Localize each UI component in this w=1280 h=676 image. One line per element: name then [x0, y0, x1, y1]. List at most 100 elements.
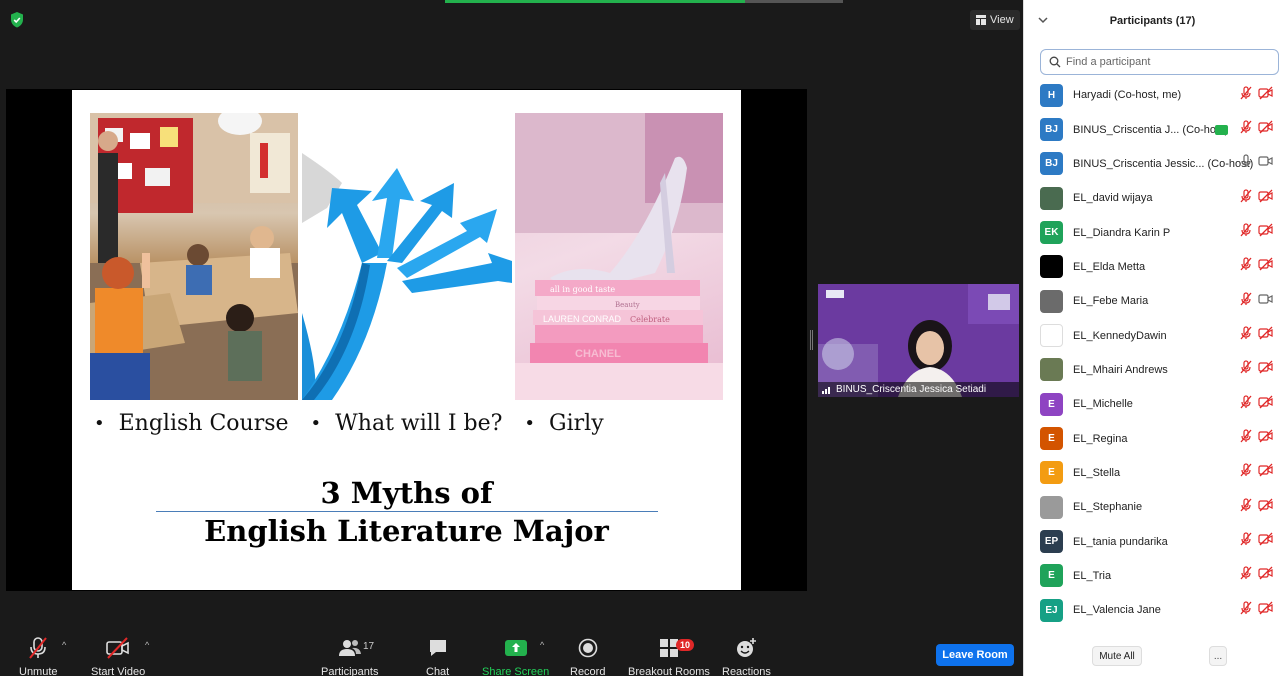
- speaker-name-bar: BINUS_Criscentia Jessica Setiadi: [818, 382, 1019, 397]
- audio-options-caret[interactable]: ^: [62, 640, 66, 650]
- start-video-button[interactable]: Start Video: [91, 636, 145, 676]
- participant-row[interactable]: EJ EL_Valencia Jane: [1024, 593, 1280, 627]
- speaker-video-thumbnail[interactable]: BINUS_Criscentia Jessica Setiadi: [818, 284, 1019, 397]
- participant-name: BINUS_Criscentia Jessic... (Co-host): [1073, 157, 1254, 170]
- participant-row[interactable]: E EL_Michelle: [1024, 387, 1280, 421]
- microphone-muted-icon[interactable]: [1239, 395, 1253, 414]
- reactions-button[interactable]: Reactions: [722, 636, 771, 676]
- sharing-indicator-bar: [445, 0, 745, 3]
- microphone-muted-icon: [29, 637, 48, 659]
- microphone-muted-icon[interactable]: [1239, 532, 1253, 551]
- direction-arrows-image: [302, 113, 512, 400]
- search-icon: [1049, 56, 1061, 68]
- video-camera-off-icon: [1258, 601, 1274, 620]
- microphone-muted-icon[interactable]: [1239, 120, 1253, 139]
- speaker-name: BINUS_Criscentia Jessica Setiadi: [836, 384, 987, 395]
- participant-row[interactable]: EP EL_tania pundarika: [1024, 524, 1280, 558]
- breakout-rooms-badge: 10: [676, 639, 695, 651]
- microphone-muted-icon[interactable]: [1239, 326, 1253, 345]
- participant-row[interactable]: EL_Febe Maria: [1024, 284, 1280, 318]
- video-camera-off-icon: [106, 637, 129, 659]
- slide-bullets: • English Course • What will I be? • Gir…: [94, 408, 734, 438]
- bullet-text: English Course: [118, 410, 289, 436]
- microphone-muted-icon[interactable]: [1239, 566, 1253, 585]
- microphone-muted-icon[interactable]: [1239, 601, 1253, 620]
- video-camera-off-icon: [1258, 326, 1274, 345]
- meeting-toolbar: Unmute ^ Start Video ^ Participants 17 C…: [0, 628, 1023, 676]
- participant-row[interactable]: E EL_Tria: [1024, 559, 1280, 593]
- participant-avatar: [1040, 255, 1063, 279]
- leave-room-button[interactable]: Leave Room: [936, 644, 1014, 666]
- participant-row[interactable]: EL_KennedyDawin: [1024, 318, 1280, 352]
- microphone-icon[interactable]: [1239, 154, 1253, 173]
- presentation-slide: all in good taste Beauty LAUREN CONRAD C…: [72, 90, 741, 590]
- participant-row[interactable]: E EL_Stella: [1024, 456, 1280, 490]
- participant-row[interactable]: EL_Stephanie: [1024, 490, 1280, 524]
- video-camera-off-icon: [1258, 223, 1274, 242]
- view-button[interactable]: View: [970, 10, 1020, 30]
- participant-search[interactable]: [1040, 49, 1279, 75]
- participant-avatar: H: [1040, 83, 1063, 107]
- mute-all-button[interactable]: Mute All: [1092, 646, 1142, 666]
- screen-sharing-icon: [1215, 124, 1228, 135]
- slide-title-line2: English Literature Major: [204, 514, 609, 548]
- video-options-caret[interactable]: ^: [145, 640, 149, 650]
- bullet-item: • English Course: [94, 410, 289, 436]
- participant-row[interactable]: EL_Mhairi Andrews: [1024, 353, 1280, 387]
- microphone-muted-icon[interactable]: [1239, 189, 1253, 208]
- resize-handle[interactable]: [810, 330, 813, 350]
- title-underline: [156, 511, 658, 512]
- more-options-button[interactable]: ...: [1209, 646, 1227, 666]
- video-camera-off-icon: [1258, 498, 1274, 517]
- participant-row[interactable]: EL_Elda Metta: [1024, 250, 1280, 284]
- participant-avatar: E: [1040, 392, 1063, 416]
- participant-row[interactable]: BJ BINUS_Criscentia J... (Co-host): [1024, 112, 1280, 146]
- microphone-muted-icon[interactable]: [1239, 223, 1253, 242]
- meeting-area: View all in good taste Beauty LAUREN CON…: [0, 0, 1023, 676]
- participant-avatar: [1040, 186, 1063, 210]
- microphone-muted-icon[interactable]: [1239, 463, 1253, 482]
- chat-button[interactable]: Chat: [426, 636, 449, 676]
- share-screen-icon: [504, 640, 527, 656]
- security-shield-icon[interactable]: [10, 12, 24, 28]
- breakout-rooms-label: Breakout Rooms: [628, 666, 710, 676]
- participant-name: EL_Stephanie: [1073, 501, 1143, 514]
- participant-row[interactable]: E EL_Regina: [1024, 421, 1280, 455]
- participant-row[interactable]: EL_david wijaya: [1024, 181, 1280, 215]
- video-camera-off-icon: [1258, 360, 1274, 379]
- participant-row[interactable]: EK EL_Diandra Karin P: [1024, 215, 1280, 249]
- microphone-muted-icon[interactable]: [1239, 86, 1253, 105]
- sharing-indicator-bar-end: [745, 0, 843, 3]
- microphone-muted-icon[interactable]: [1239, 429, 1253, 448]
- participant-avatar: E: [1040, 461, 1063, 485]
- participant-name: EL_Diandra Karin P: [1073, 226, 1171, 239]
- participant-row[interactable]: H Haryadi (Co-host, me): [1024, 78, 1280, 112]
- participants-panel: Participants (17) H Haryadi (Co-host, me)…: [1023, 0, 1280, 676]
- svg-text:Celebrate: Celebrate: [630, 315, 670, 324]
- microphone-muted-icon[interactable]: [1239, 257, 1253, 276]
- participant-search-input[interactable]: [1066, 56, 1266, 68]
- participant-name: EL_Valencia Jane: [1073, 604, 1161, 617]
- unmute-button[interactable]: Unmute: [19, 636, 58, 676]
- participant-name: EL_KennedyDawin: [1073, 329, 1167, 342]
- participant-avatar: BJ: [1040, 152, 1063, 176]
- bullet-item: • What will I be?: [310, 410, 503, 436]
- record-label: Record: [570, 666, 606, 676]
- record-button[interactable]: Record: [570, 636, 605, 676]
- start-video-label: Start Video: [91, 666, 146, 676]
- signal-strength-icon: [822, 386, 830, 394]
- microphone-muted-icon[interactable]: [1239, 498, 1253, 517]
- microphone-muted-icon[interactable]: [1239, 360, 1253, 379]
- share-options-caret[interactable]: ^: [540, 640, 544, 650]
- participant-name: EL_Elda Metta: [1073, 260, 1146, 273]
- svg-text:LAUREN CONRAD: LAUREN CONRAD: [543, 314, 622, 324]
- video-camera-off-icon: [1258, 189, 1274, 208]
- shoe-on-books-image: all in good taste Beauty LAUREN CONRAD C…: [515, 113, 723, 400]
- panel-footer: Mute All ...: [1024, 646, 1280, 668]
- microphone-muted-icon[interactable]: [1239, 292, 1253, 311]
- breakout-rooms-button[interactable]: Breakout Rooms: [628, 636, 710, 676]
- participants-panel-title: Participants (17): [1109, 15, 1196, 27]
- slide-title-line1: 3 Myths of: [320, 476, 493, 510]
- record-icon: [578, 638, 598, 658]
- participant-row[interactable]: BJ BINUS_Criscentia Jessic... (Co-host): [1024, 147, 1280, 181]
